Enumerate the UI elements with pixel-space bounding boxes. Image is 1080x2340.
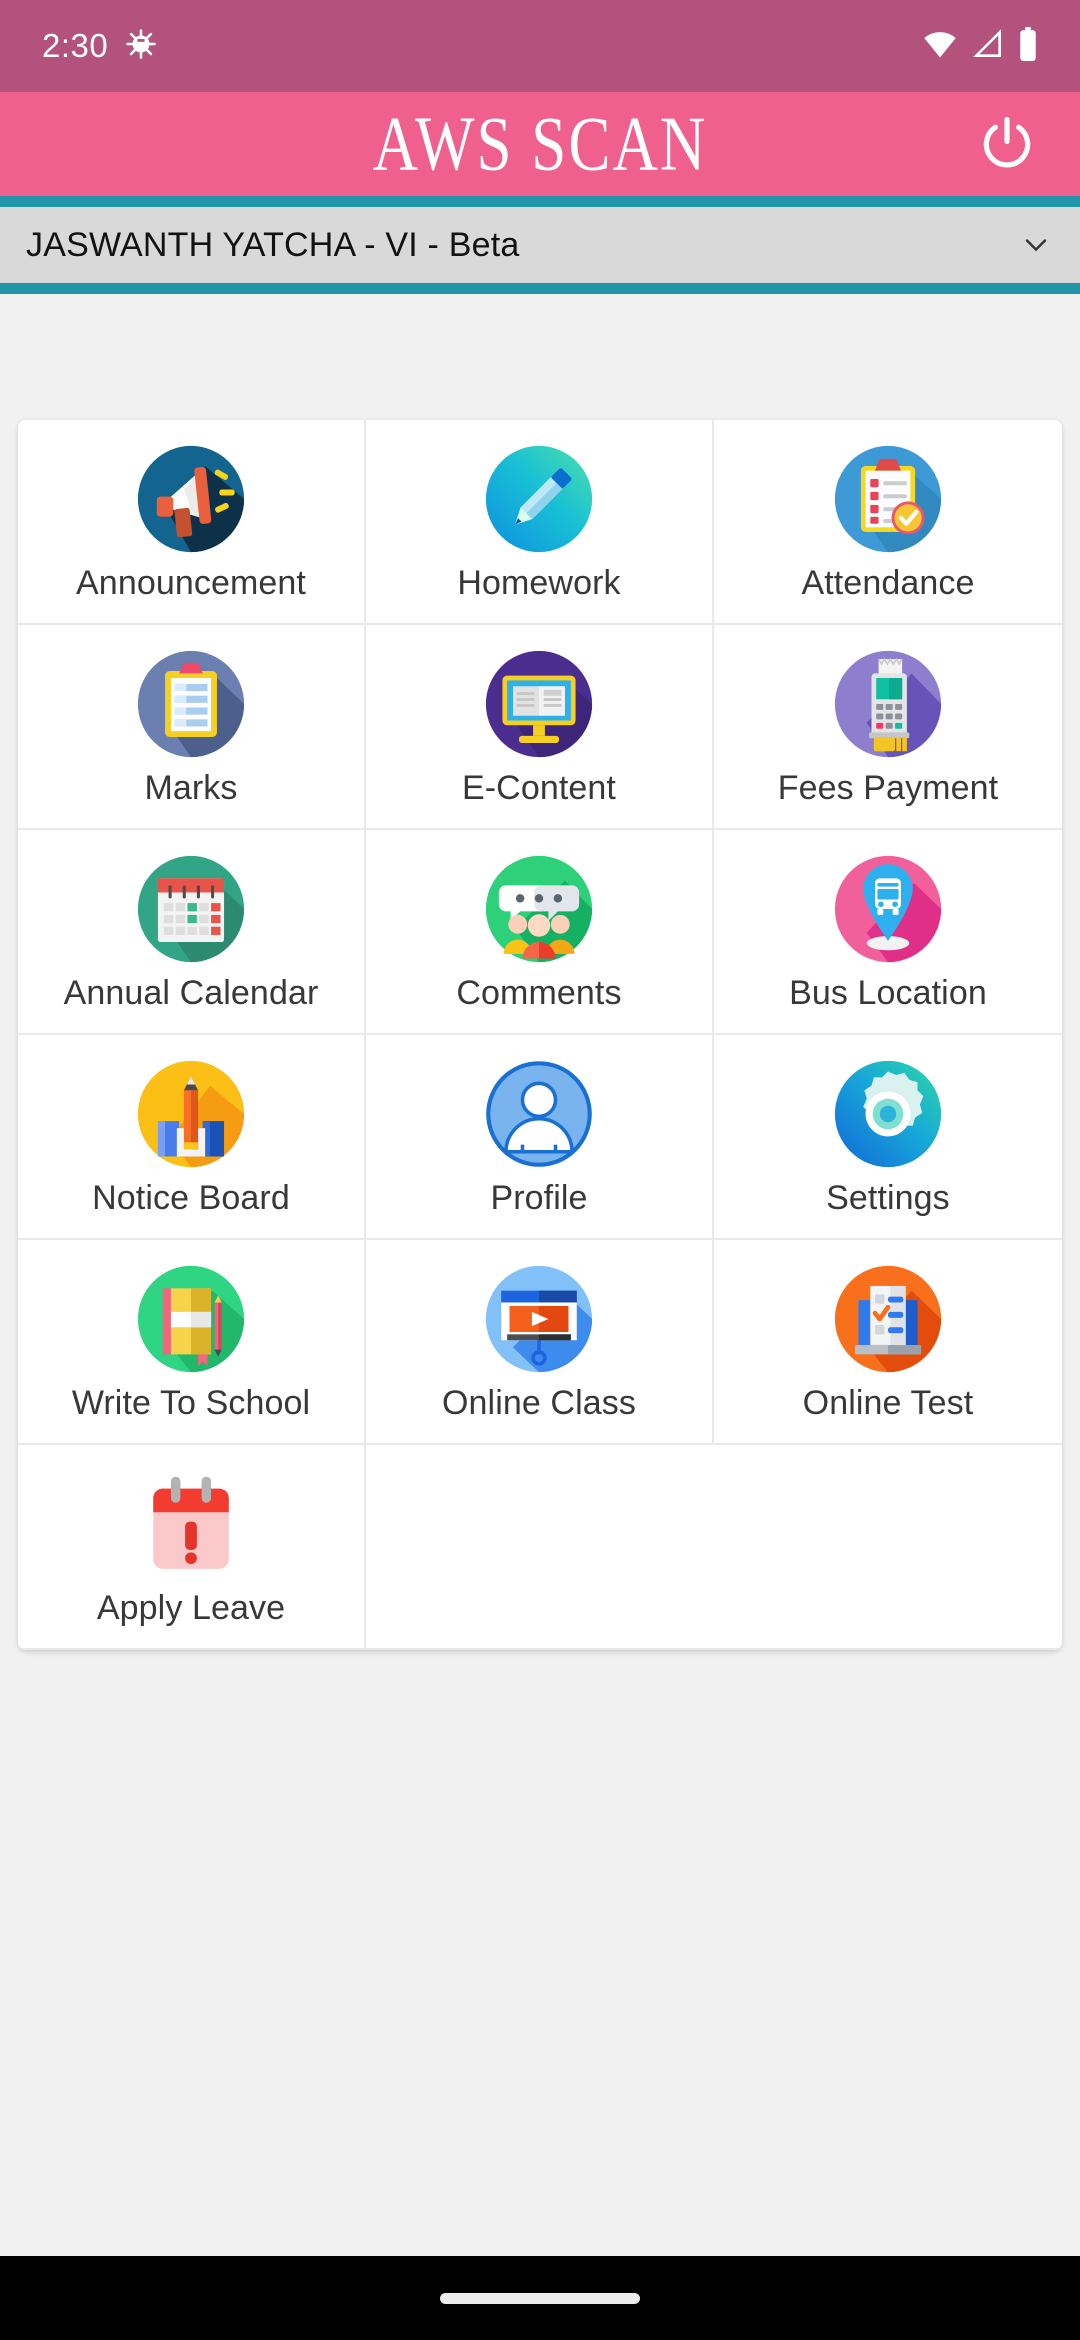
- menu-item-online-class[interactable]: Online Class: [365, 1240, 714, 1445]
- menu-item-settings[interactable]: Settings: [713, 1035, 1062, 1240]
- battery-icon: [1018, 26, 1038, 66]
- menu-item-label: Attendance: [801, 564, 975, 602]
- menu-item-label: Marks: [144, 769, 238, 807]
- student-selector-value: JASWANTH YATCHA - VI - Beta: [26, 225, 520, 264]
- menu-grid: Announcement Homework Attendance Marks E…: [18, 420, 1062, 1650]
- status-bar-right: [922, 26, 1038, 66]
- presentation-video-icon: [480, 1260, 598, 1378]
- app-title: AWS SCAN: [372, 100, 708, 187]
- test-sheet-icon: [829, 1260, 947, 1378]
- status-bar: 2:30: [0, 0, 1080, 92]
- menu-item-homework[interactable]: Homework: [365, 420, 714, 625]
- menu-item-apply-leave[interactable]: Apply Leave: [18, 1445, 366, 1650]
- menu-item-profile[interactable]: Profile: [365, 1035, 714, 1240]
- menu-card: Announcement Homework Attendance Marks E…: [18, 420, 1062, 1650]
- chat-people-icon: [480, 850, 598, 968]
- menu-item-notice-board[interactable]: Notice Board: [18, 1035, 366, 1240]
- header-divider-top: [0, 196, 1080, 207]
- menu-item-label: Notice Board: [92, 1179, 290, 1217]
- calendar-icon: [132, 850, 250, 968]
- header-divider-bottom: [0, 283, 1080, 294]
- signal-icon: [972, 28, 1004, 64]
- menu-item-label: Online Class: [442, 1384, 636, 1422]
- card-terminal-icon: [829, 645, 947, 763]
- menu-item-label: Write To School: [71, 1384, 311, 1422]
- menu-item-marks[interactable]: Marks: [18, 625, 366, 830]
- status-bar-left: 2:30: [42, 27, 158, 66]
- chevron-down-icon[interactable]: [1018, 227, 1054, 263]
- menu-item-label: Comments: [456, 974, 622, 1012]
- clipboard-lines-icon: [132, 645, 250, 763]
- menu-item-bus-location[interactable]: Bus Location: [713, 830, 1062, 1035]
- menu-item-attendance[interactable]: Attendance: [713, 420, 1062, 625]
- books-pencil-icon: [132, 1055, 250, 1173]
- power-icon[interactable]: [972, 109, 1042, 179]
- app-screen: 2:30 AWS SCAN JASWANTH YATCHA - VI - Bet…: [0, 0, 1080, 2340]
- clipboard-check-icon: [829, 440, 947, 558]
- menu-item-fees-payment[interactable]: Fees Payment: [713, 625, 1062, 830]
- menu-item-e-content[interactable]: E-Content: [365, 625, 714, 830]
- menu-item-label: Apply Leave: [96, 1589, 286, 1627]
- menu-item-announcement[interactable]: Announcement: [18, 420, 366, 625]
- megaphone-icon: [132, 440, 250, 558]
- bus-pin-icon: [829, 850, 947, 968]
- home-gesture-pill[interactable]: [440, 2292, 640, 2304]
- calendar-alert-icon: [132, 1465, 250, 1583]
- menu-grid-filler: [713, 1445, 1062, 1650]
- menu-grid-filler: [365, 1445, 714, 1650]
- menu-item-label: Online Test: [802, 1384, 974, 1422]
- menu-item-label: Profile: [490, 1179, 588, 1217]
- pencil-icon: [480, 440, 598, 558]
- wifi-icon: [922, 29, 958, 64]
- person-icon: [480, 1055, 598, 1173]
- notebook-pencil-icon: [132, 1260, 250, 1378]
- monitor-book-icon: [480, 645, 598, 763]
- gear-icon: [829, 1055, 947, 1173]
- android-debug-icon: [124, 27, 158, 66]
- menu-item-label: Homework: [457, 564, 621, 602]
- menu-item-label: Announcement: [76, 564, 306, 602]
- app-bar: AWS SCAN: [0, 92, 1080, 196]
- menu-item-label: Fees Payment: [777, 769, 999, 807]
- menu-item-label: Bus Location: [789, 974, 987, 1012]
- system-nav-bar: [0, 2256, 1080, 2340]
- menu-item-online-test[interactable]: Online Test: [713, 1240, 1062, 1445]
- menu-item-label: Annual Calendar: [63, 974, 319, 1012]
- menu-item-label: Settings: [826, 1179, 950, 1217]
- menu-item-label: E-Content: [461, 769, 616, 807]
- status-time: 2:30: [42, 27, 109, 64]
- menu-item-comments[interactable]: Comments: [365, 830, 714, 1035]
- menu-item-write-to-school[interactable]: Write To School: [18, 1240, 366, 1445]
- menu-item-annual-calendar[interactable]: Annual Calendar: [18, 830, 366, 1035]
- student-selector[interactable]: JASWANTH YATCHA - VI - Beta: [0, 207, 1080, 283]
